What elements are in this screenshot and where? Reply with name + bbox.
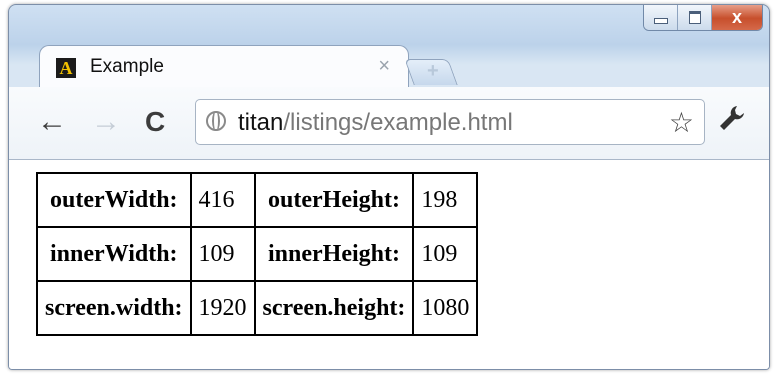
screen-height-label: screen.height:: [253, 280, 415, 336]
screen-width-label: screen.width:: [36, 280, 192, 336]
address-bar[interactable]: titan/listings/example.html ☆: [195, 99, 705, 145]
table-row: outerWidth: 416 outerHeight: 198: [36, 172, 479, 228]
reload-icon[interactable]: C: [145, 107, 165, 137]
url-host: titan: [238, 109, 284, 136]
outer-height-label: outerHeight:: [253, 172, 415, 228]
minimize-icon: [653, 18, 668, 24]
url-text: titan/listings/example.html: [238, 109, 513, 137]
new-tab-icon: +: [427, 60, 439, 82]
inner-height-value: 109: [412, 226, 479, 282]
tab-close-icon[interactable]: ×: [378, 55, 390, 78]
globe-icon: [206, 111, 226, 131]
close-window-button[interactable]: x: [712, 5, 762, 30]
back-icon[interactable]: ←: [37, 107, 67, 137]
minimize-button[interactable]: [644, 5, 678, 30]
outer-height-value: 198: [412, 172, 479, 228]
page-content: outerWidth: 416 outerHeight: 198 innerWi…: [9, 160, 769, 369]
table-row: innerWidth: 109 innerHeight: 109: [36, 226, 479, 282]
inner-height-label: innerHeight:: [253, 226, 415, 282]
screen-height-value: 1080: [412, 280, 479, 336]
browser-window: x A Example × + ← → C titan/listings/exa…: [8, 4, 770, 370]
favicon-icon: A: [56, 58, 76, 78]
wrench-icon[interactable]: [717, 103, 747, 141]
forward-icon[interactable]: →: [91, 107, 121, 137]
close-icon: x: [731, 6, 742, 27]
tab-title: Example: [90, 56, 164, 77]
browser-toolbar: ← → C titan/listings/example.html ☆: [9, 87, 769, 160]
screen-width-value: 1920: [189, 280, 256, 336]
inner-width-value: 109: [189, 226, 256, 282]
maximize-button[interactable]: [678, 5, 712, 30]
outer-width-value: 416: [189, 172, 256, 228]
tab-example[interactable]: A Example ×: [39, 45, 409, 87]
window-controls: x: [643, 5, 763, 31]
star-icon[interactable]: ☆: [669, 106, 694, 139]
outer-width-label: outerWidth:: [36, 172, 192, 228]
dimensions-table: outerWidth: 416 outerHeight: 198 innerWi…: [36, 172, 479, 336]
inner-width-label: innerWidth:: [36, 226, 192, 282]
table-row: screen.width: 1920 screen.height: 1080: [36, 280, 479, 336]
maximize-icon: [688, 10, 701, 24]
url-path: /listings/example.html: [283, 109, 513, 136]
